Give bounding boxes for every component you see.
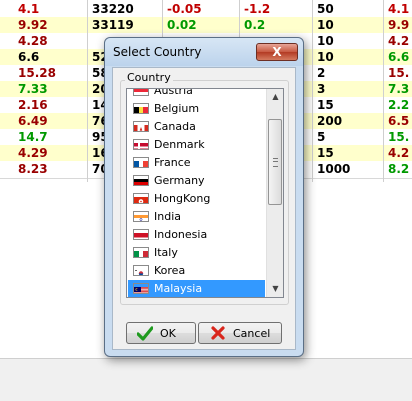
grid-cell[interactable]: 3 (313, 81, 384, 98)
close-icon: X (272, 45, 282, 59)
hongkong-flag-icon (133, 193, 149, 204)
country-item-canada[interactable]: Canada (128, 118, 265, 136)
grid-cell[interactable]: 15.28 (14, 65, 88, 82)
country-item-malaysia[interactable]: Malaysia (128, 280, 265, 297)
country-item-denmark[interactable]: Denmark (128, 136, 265, 154)
grid-cell[interactable]: 4.1 (14, 1, 88, 18)
grid-cell[interactable]: 15. (384, 129, 412, 146)
grid-column-divider (312, 0, 313, 182)
checkmark-icon (137, 326, 153, 341)
country-listbox[interactable]: Austria Belgium Canada Denmark France Germany… (126, 88, 284, 298)
grid-cell[interactable]: 2.2 (384, 97, 412, 114)
ok-button[interactable]: OK (126, 322, 196, 344)
grid-column-divider (383, 0, 384, 182)
grid-cell[interactable]: 14.7 (14, 129, 88, 146)
country-item-austria[interactable]: Austria (128, 88, 265, 100)
grid-cell[interactable]: 15 (313, 97, 384, 114)
status-bar (0, 358, 412, 401)
country-item-label: India (154, 210, 181, 223)
country-item-label: Canada (154, 120, 196, 133)
country-item-korea[interactable]: Korea (128, 262, 265, 280)
country-item-label: Italy (154, 246, 178, 259)
scroll-thumb[interactable] (268, 119, 282, 205)
grid-cell[interactable]: 4.28 (14, 33, 88, 50)
dialog-titlebar[interactable]: Select Country X (105, 38, 303, 66)
france-flag-icon (133, 157, 149, 168)
grid-cell[interactable]: 10 (313, 17, 384, 34)
belgium-flag-icon (133, 103, 149, 114)
grid-cell[interactable]: 33220 (88, 1, 163, 18)
ok-button-label: OK (160, 327, 176, 340)
country-item-indonesia[interactable]: Indonesia (128, 226, 265, 244)
country-item-label: France (154, 156, 191, 169)
grid-cell[interactable]: 8.23 (14, 161, 88, 178)
grid-cell[interactable]: 4.2 (384, 145, 412, 162)
grid-cell[interactable]: 6.49 (14, 113, 88, 130)
grid-cell[interactable]: 4.29 (14, 145, 88, 162)
select-country-dialog: Select Country X Country Austria Belgium C… (104, 37, 304, 357)
grid-cell[interactable]: 200 (313, 113, 384, 130)
grid-cell[interactable]: 7.33 (14, 81, 88, 98)
austria-flag-icon (133, 89, 149, 96)
grid-cell[interactable]: 15 (313, 145, 384, 162)
country-item-france[interactable]: France (128, 154, 265, 172)
country-item-hongkong[interactable]: HongKong (128, 190, 265, 208)
grid-cell[interactable]: 10 (313, 33, 384, 50)
korea-flag-icon (133, 265, 149, 276)
grid-cell[interactable]: 5 (313, 129, 384, 146)
country-item-label: Denmark (154, 138, 205, 151)
scroll-down-arrow-icon[interactable]: ▼ (267, 281, 283, 297)
grid-cell[interactable]: 6.6 (384, 49, 412, 66)
country-group-label: Country (125, 71, 173, 84)
country-item-italy[interactable]: Italy (128, 244, 265, 262)
grid-cell[interactable]: 4.1 (384, 1, 412, 18)
country-item-belgium[interactable]: Belgium (128, 100, 265, 118)
country-item-label: Korea (154, 264, 186, 277)
country-item-label: Indonesia (154, 228, 208, 241)
grid-column-divider (87, 0, 88, 182)
italy-flag-icon (133, 247, 149, 258)
cancel-button[interactable]: Cancel (198, 322, 282, 344)
dialog-title: Select Country (113, 45, 202, 59)
grid-cell[interactable]: 6.6 (14, 49, 88, 66)
dialog-client-area: Country Austria Belgium Canada Denmark Franc… (112, 67, 296, 350)
country-item-germany[interactable]: Germany (128, 172, 265, 190)
grid-cell[interactable]: 9.92 (14, 17, 88, 34)
grid-cell[interactable]: 2 (313, 65, 384, 82)
grid-cell[interactable]: -1.2 (240, 1, 313, 18)
grid-cell[interactable]: -0.05 (163, 1, 240, 18)
cancel-button-label: Cancel (233, 327, 271, 340)
scroll-grip-icon (273, 158, 278, 167)
grid-cell[interactable]: 15. (384, 65, 412, 82)
malaysia-flag-icon (133, 283, 149, 294)
indonesia-flag-icon (133, 229, 149, 240)
grid-cell[interactable]: 1000 (313, 161, 384, 178)
grid-cell[interactable]: 9.9 (384, 17, 412, 34)
country-item-label: Austria (154, 88, 193, 97)
canada-flag-icon (133, 121, 149, 132)
country-item-label: Germany (154, 174, 205, 187)
india-flag-icon (133, 211, 149, 222)
grid-cell[interactable]: 8.2 (384, 161, 412, 178)
country-item-label: Malaysia (154, 282, 203, 295)
close-button[interactable]: X (256, 43, 298, 61)
grid-cell[interactable]: 4.2 (384, 33, 412, 50)
scroll-up-arrow-icon[interactable]: ▲ (267, 89, 283, 105)
grid-cell[interactable]: 2.16 (14, 97, 88, 114)
cancel-x-icon (211, 326, 225, 340)
grid-cell[interactable]: 0.2 (240, 17, 313, 34)
country-item-label: HongKong (154, 192, 211, 205)
listbox-scrollbar[interactable]: ▲ ▼ (266, 89, 283, 297)
grid-cell[interactable]: 50 (313, 1, 384, 18)
grid-cell[interactable]: 6.5 (384, 113, 412, 130)
grid-cell[interactable]: 10 (313, 49, 384, 66)
germany-flag-icon (133, 175, 149, 186)
grid-cell[interactable]: 0.02 (163, 17, 240, 34)
grid-cell[interactable]: 7.3 (384, 81, 412, 98)
denmark-flag-icon (133, 139, 149, 150)
country-item-label: Belgium (154, 102, 200, 115)
country-item-india[interactable]: India (128, 208, 265, 226)
grid-cell[interactable]: 33119 (88, 17, 163, 34)
